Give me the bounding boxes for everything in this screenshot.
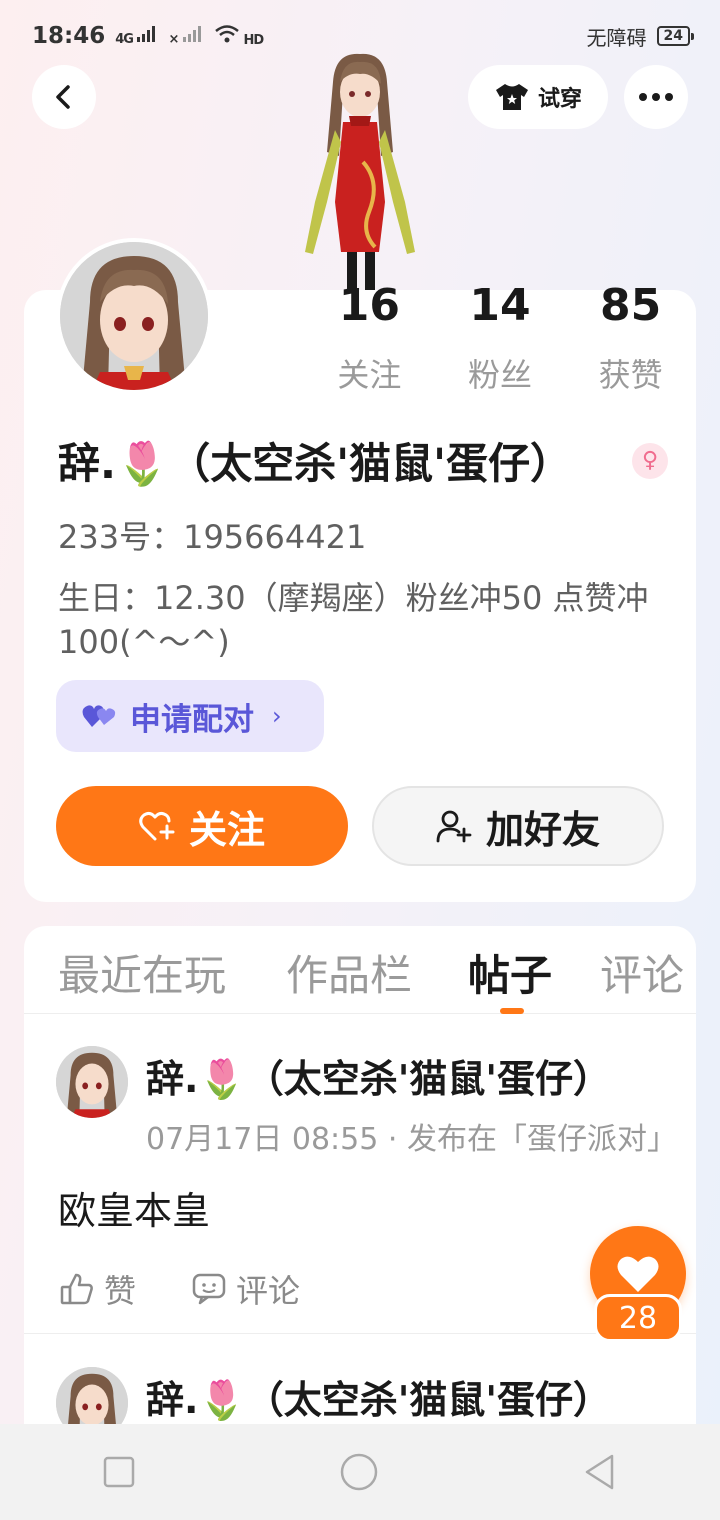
stat-label: 获赞 <box>598 356 663 394</box>
stat-value: 16 <box>338 280 400 331</box>
request-pair-button[interactable]: 申请配对 › <box>56 680 324 752</box>
post-meta: 07月17日 08:55 · 发布在「蛋仔派对」 <box>146 1122 677 1157</box>
more-button[interactable] <box>624 65 688 129</box>
post-author-name[interactable]: 辞.🌷（太空杀'猫鼠'蛋仔） <box>146 1048 611 1103</box>
signal-2-label: × <box>168 32 179 47</box>
double-heart-icon <box>82 705 116 727</box>
tab-bar: 最近在玩 作品栏 帖子 评论 <box>24 926 696 1014</box>
signal-icon: 4G <box>115 25 158 47</box>
home-icon[interactable] <box>339 1452 379 1492</box>
post-actions: 赞 评论 <box>60 1266 300 1312</box>
user-name: 辞.🌷（太空杀'猫鼠'蛋仔） <box>58 439 572 488</box>
name-row: 辞.🌷（太空杀'猫鼠'蛋仔） ♀ <box>58 430 668 491</box>
tab-recently-played[interactable]: 最近在玩 <box>58 942 226 1003</box>
stat-label: 关注 <box>337 356 402 394</box>
follow-label: 关注 <box>188 807 265 852</box>
follow-button[interactable]: 关注 <box>56 786 348 866</box>
thumbs-up-icon <box>60 1273 93 1305</box>
profile-avatar[interactable] <box>56 238 212 394</box>
request-pair-label: 申请配对 <box>130 701 254 738</box>
status-right: 无障碍 24 <box>586 22 695 51</box>
comment-icon <box>192 1273 226 1305</box>
post-author-avatar[interactable] <box>56 1046 128 1118</box>
floating-like-count: 28 <box>594 1294 682 1342</box>
stat-value: 14 <box>469 280 531 331</box>
user-id: 233号：195664421 <box>58 518 367 556</box>
stat-label: 粉丝 <box>467 356 532 394</box>
wifi-label: HD <box>243 33 264 48</box>
more-dots-icon <box>639 93 673 101</box>
tab-posts[interactable]: 帖子 <box>468 942 552 1003</box>
comment-action[interactable]: 评论 <box>192 1266 300 1312</box>
wifi-icon: HD <box>214 24 264 48</box>
status-time: 18:46 <box>32 23 106 49</box>
stat-value: 85 <box>600 280 662 331</box>
stat-likes[interactable]: 85 获赞 <box>566 284 696 396</box>
feed-card: 最近在玩 作品栏 帖子 评论 辞.🌷（太空杀'猫鼠'蛋仔） 07月17日 08:… <box>24 926 696 1446</box>
shirt-icon <box>495 84 528 110</box>
avatar-image <box>60 242 208 390</box>
post-content: 欧皇本皇 <box>58 1189 211 1233</box>
heart-plus-icon <box>139 811 175 841</box>
female-gender-icon: ♀ <box>632 442 668 479</box>
system-nav-bar <box>0 1424 720 1520</box>
chevron-left-icon <box>56 85 70 109</box>
avatar-image <box>56 1046 128 1118</box>
back-nav-icon[interactable] <box>582 1453 618 1491</box>
add-friend-label: 加好友 <box>485 807 600 852</box>
try-on-button[interactable]: 试穿 <box>468 65 608 129</box>
signal-label: 4G <box>115 32 134 47</box>
battery-icon: 24 <box>656 26 695 46</box>
like-label: 赞 <box>104 1272 137 1310</box>
tab-works[interactable]: 作品栏 <box>286 942 412 1003</box>
recent-apps-icon[interactable] <box>102 1455 136 1489</box>
back-button[interactable] <box>32 65 96 129</box>
character-figure-image <box>305 53 415 292</box>
tab-comments[interactable]: 评论 <box>600 942 684 1003</box>
stat-following[interactable]: 16 关注 <box>304 284 434 396</box>
add-person-icon <box>436 810 472 843</box>
status-left: 18:46 4G × HD <box>32 23 264 49</box>
add-friend-button[interactable]: 加好友 <box>372 786 664 866</box>
stat-fans[interactable]: 14 粉丝 <box>435 284 565 396</box>
comment-label: 评论 <box>236 1272 301 1310</box>
heart-icon <box>617 1256 659 1292</box>
stats-row: 16 关注 14 粉丝 85 获赞 <box>304 284 696 396</box>
accessibility-label: 无障碍 <box>586 25 647 50</box>
post-author-name[interactable]: 辞.🌷（太空杀'猫鼠'蛋仔） <box>146 1369 611 1424</box>
try-on-label: 试穿 <box>537 87 582 112</box>
signal-2-icon: × <box>168 25 203 47</box>
chevron-right-icon: › <box>272 702 282 730</box>
user-bio: 生日：12.30（摩羯座）粉丝冲50 点赞冲100(^～^) <box>58 579 649 661</box>
like-action[interactable]: 赞 <box>60 1266 136 1312</box>
